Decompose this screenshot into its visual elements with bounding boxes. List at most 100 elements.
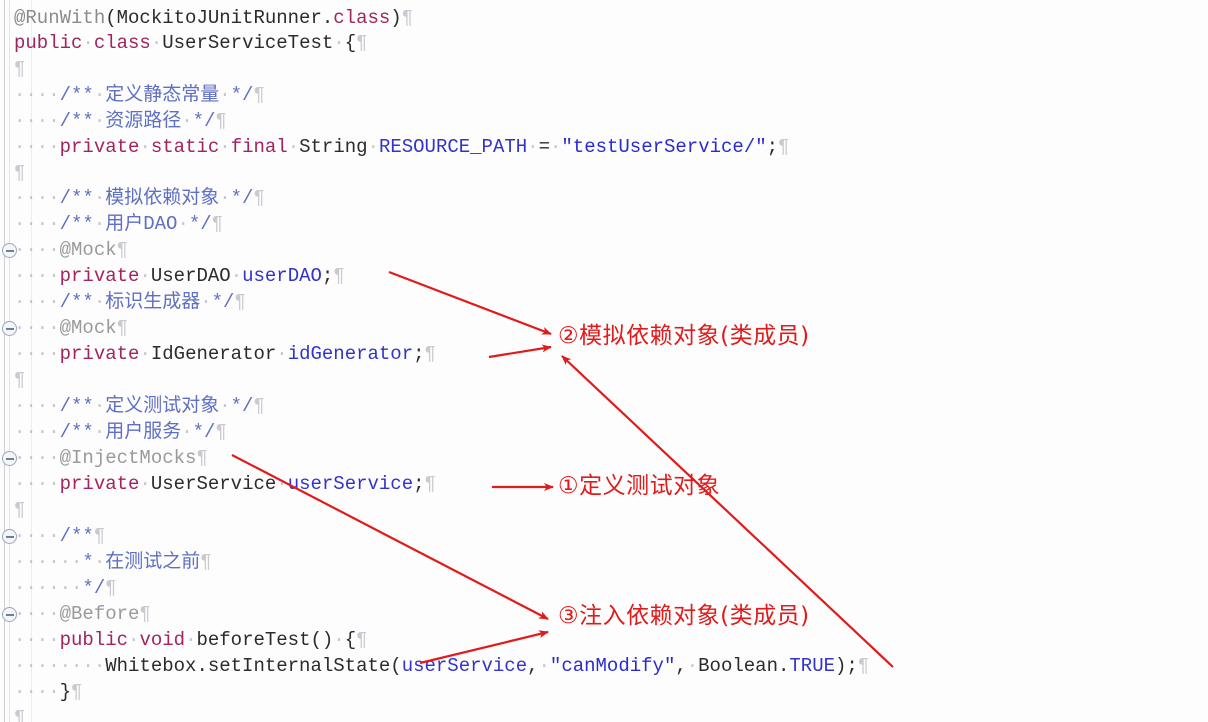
code-token: ·	[93, 291, 106, 313]
code-token: /**	[59, 291, 94, 313]
code-token: setInternalState	[207, 655, 391, 677]
code-line[interactable]: ····private·UserDAO·userDAO;¶	[0, 264, 1208, 290]
code-token: ·	[219, 84, 231, 106]
code-line[interactable]: ····/**·定义测试对象·*/¶	[0, 394, 1208, 420]
code-line[interactable]: public·class·UserServiceTest·{¶	[0, 31, 1208, 57]
code-token: ····	[14, 447, 60, 469]
code-token: ···	[14, 629, 49, 651]
code-token: ,	[675, 655, 687, 677]
code-token: ········	[14, 655, 106, 677]
code-line[interactable]: ····}¶	[0, 680, 1208, 706]
code-line[interactable]: ····/**·资源路径·*/¶	[0, 109, 1208, 135]
code-token: {	[344, 629, 357, 651]
code-line[interactable]: ¶	[0, 706, 1208, 722]
code-line[interactable]: ····private·static·final·String·RESOURCE…	[0, 135, 1208, 161]
code-token: private	[59, 265, 140, 287]
code-line[interactable]: ····public·void·beforeTest()·{¶	[0, 628, 1208, 654]
annotation-label-2: ②模拟依赖对象(类成员)	[558, 323, 810, 349]
code-token: @Before	[59, 603, 140, 625]
code-token: ····	[14, 291, 60, 313]
code-token: public	[14, 32, 83, 54]
code-token: /**	[59, 84, 94, 106]
code-token: idGenerator	[287, 343, 414, 365]
code-token: ·	[48, 629, 60, 651]
code-token: ····	[14, 110, 60, 132]
code-token: )	[390, 7, 402, 29]
code-token: ·	[276, 473, 288, 495]
code-token: ·	[48, 265, 60, 287]
code-line-text: ····private·IdGenerator·idGenerator;¶	[14, 342, 436, 368]
code-token: ······	[14, 577, 83, 599]
code-token: ·	[93, 84, 106, 106]
code-line[interactable]: ········Whitebox.setInternalState(userSe…	[0, 654, 1208, 680]
code-line[interactable]: ····@Mock¶	[0, 238, 1208, 264]
code-token: (	[390, 655, 402, 677]
code-token: userService	[287, 473, 414, 495]
code-token: ·	[93, 421, 106, 443]
code-token: String	[299, 136, 368, 158]
code-token: ····	[14, 317, 60, 339]
code-line-text: ····/**·用户服务·*/¶	[14, 420, 227, 446]
code-token: /**	[59, 525, 94, 547]
code-token: 定义测试对象	[105, 395, 220, 417]
code-line[interactable]: ····/**·定义静态常量·*/¶	[0, 83, 1208, 109]
code-line-text: ····@Mock¶	[14, 316, 128, 342]
code-token: /**	[59, 110, 94, 132]
code-token: public	[59, 629, 129, 651]
code-token: "canModify"	[549, 655, 676, 677]
code-line-text: ····/**·标识生成器·*/¶	[14, 290, 246, 316]
code-token: ····	[14, 681, 60, 703]
code-line-text: ····/**¶	[14, 524, 105, 550]
code-token: ¶	[424, 343, 436, 365]
code-line[interactable]: ····/**·模拟依赖对象·*/¶	[0, 186, 1208, 212]
code-line-text: ····/**·资源路径·*/¶	[14, 109, 227, 135]
code-line-text: ····private·static·final·String·RESOURCE…	[14, 135, 789, 161]
code-token: ¶	[14, 162, 26, 184]
code-token: ·	[276, 343, 288, 365]
code-line-text: ¶	[14, 706, 25, 722]
code-line[interactable]: ····@InjectMocks¶	[0, 446, 1208, 472]
code-line[interactable]: ¶	[0, 57, 1208, 83]
code-token: {	[344, 32, 357, 54]
code-token: ·	[93, 551, 106, 573]
code-token: */	[82, 577, 106, 599]
code-token: @InjectMocks	[59, 447, 197, 469]
code-token: */	[188, 213, 212, 235]
code-token: /**	[59, 213, 94, 235]
code-token: ·	[333, 32, 345, 54]
code-line[interactable]: ¶	[0, 368, 1208, 394]
code-line[interactable]: ····/**·标识生成器·*/¶	[0, 290, 1208, 316]
code-line[interactable]: ¶	[0, 161, 1208, 187]
code-token: MockitoJUnitRunner	[116, 7, 322, 29]
code-token: 资源路径	[105, 110, 182, 132]
code-editor-screenshot: @RunWith(MockitoJUnitRunner.class)¶ publi…	[0, 0, 1208, 722]
code-token: /**	[59, 421, 94, 443]
code-token: ·	[538, 655, 550, 677]
code-line-text: ········Whitebox.setInternalState(userSe…	[14, 654, 869, 680]
code-line[interactable]: ····/**¶	[0, 524, 1208, 550]
code-token: ·	[48, 136, 60, 158]
code-token: ;	[413, 343, 425, 365]
code-token: /**	[59, 395, 94, 417]
code-token: ·	[333, 629, 345, 651]
code-token: UserDAO	[150, 265, 231, 287]
code-token: private	[59, 136, 140, 158]
code-line[interactable]: ······*·在测试之前¶	[0, 550, 1208, 576]
code-line-text: ¶	[14, 368, 25, 394]
code-token: */	[192, 421, 216, 443]
code-token: Boolean	[698, 655, 778, 677]
code-token: )	[835, 655, 847, 677]
code-token: ;	[766, 136, 779, 158]
code-line[interactable]: ¶	[0, 498, 1208, 524]
code-line[interactable]: ····/**·用户服务·*/¶	[0, 420, 1208, 446]
code-token: ····	[14, 84, 60, 106]
code-line[interactable]: ······*/¶	[0, 576, 1208, 602]
code-token: ¶	[215, 110, 227, 132]
code-line[interactable]: ····/**·用户DAO·*/¶	[0, 212, 1208, 238]
code-line[interactable]: @RunWith(MockitoJUnitRunner.class)¶	[0, 6, 1208, 32]
code-token: userService	[401, 655, 528, 677]
code-token: ·	[219, 136, 231, 158]
code-token: ·	[139, 343, 151, 365]
code-token: private	[59, 343, 140, 365]
code-token: ¶	[234, 291, 246, 313]
